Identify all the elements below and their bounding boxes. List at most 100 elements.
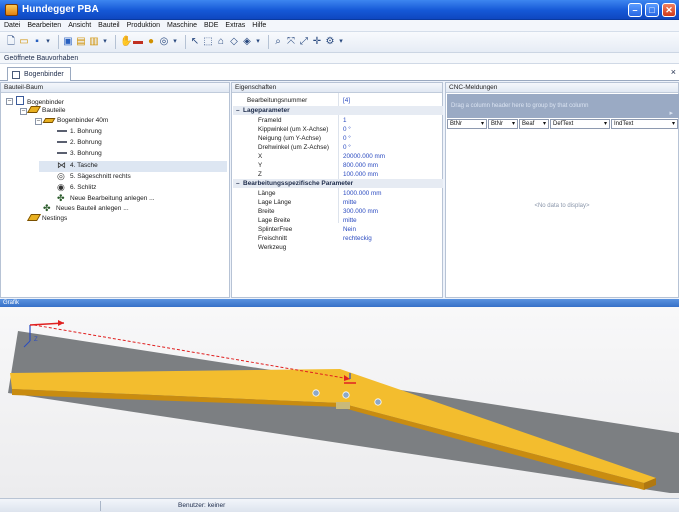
tree-item-project[interactable]: Bogenbinder: [16, 96, 64, 106]
property-row[interactable]: FrameId 1: [233, 116, 443, 125]
maximize-button[interactable]: □: [645, 3, 659, 17]
property-row[interactable]: Y 800.000 mm: [233, 161, 443, 170]
property-row[interactable]: Kippwinkel (um X-Achse) 0 °: [233, 125, 443, 134]
tree-item-new-processing[interactable]: ✤ Neue Bearbeitung anlegen ...: [57, 194, 155, 204]
column-header-beaf[interactable]: Beaf ▾: [519, 119, 549, 129]
cursor-icon[interactable]: ↖: [190, 36, 200, 48]
view-front-icon[interactable]: ▣: [63, 36, 73, 48]
zoom-icon[interactable]: ⌕: [273, 36, 283, 48]
minimize-button[interactable]: –: [628, 3, 642, 17]
view-home-icon[interactable]: ⌂: [216, 36, 226, 48]
tab-bogenbinder[interactable]: Bogenbinder: [7, 67, 71, 81]
close-button[interactable]: ✕: [662, 3, 676, 17]
menu-bar: Datei Bearbeiten Ansicht Bauteil Produkt…: [0, 20, 679, 32]
properties-pane: Eigenschaften Bearbeitungsnummer [4] Lag…: [231, 82, 443, 298]
property-row[interactable]: Z 100.000 mm: [233, 170, 443, 179]
toolbar: 🗋 ▭ ▪ ▾ ▣ ▤ ▥ ▾ ✋ ▬ ● ◎ ▾ ↖ ⬚ ⌂ ◇ ◈ ▾ ⌕ …: [0, 32, 679, 53]
toolbar-separator: [185, 35, 186, 49]
saw-icon: ◎: [57, 171, 65, 181]
nesting-icon: [26, 214, 42, 221]
column-header-btnr2[interactable]: BtNr ▾: [488, 119, 518, 129]
settings-icon[interactable]: ⚙: [325, 36, 335, 48]
filter-dropdown-icon[interactable]: ▾: [604, 120, 607, 128]
property-row[interactable]: SplinterFree Nein: [233, 225, 443, 234]
tree-item-saegeschnitt[interactable]: ◎ 5. Sägeschnitt rechts: [57, 172, 131, 182]
filter-dropdown-icon[interactable]: ▾: [672, 120, 675, 128]
dropdown-arrow-icon[interactable]: ▾: [102, 36, 108, 48]
menu-bde[interactable]: BDE: [204, 22, 218, 29]
move-icon[interactable]: ✛: [312, 36, 322, 48]
property-row[interactable]: X 20000.000 mm: [233, 152, 443, 161]
tree-item-schlitz[interactable]: ◉ 6. Schlitz: [57, 183, 96, 193]
property-row[interactable]: Breite 300.000 mm: [233, 207, 443, 216]
tree-item-bohrung-1[interactable]: 1. Bohrung: [57, 127, 102, 137]
property-row[interactable]: Neigung (um Y-Achse) 0 °: [233, 134, 443, 143]
document-icon: [12, 71, 20, 79]
drill-icon: [57, 130, 67, 134]
rotate-icon[interactable]: ◎: [159, 36, 169, 48]
filter-dropdown-icon[interactable]: ▾: [543, 120, 546, 128]
drill-hole: [374, 398, 382, 406]
pocket-icon: ⋈: [57, 160, 66, 170]
view-iso-icon[interactable]: ⬚: [203, 36, 213, 48]
dropdown-arrow-icon[interactable]: ▾: [172, 36, 178, 48]
property-row[interactable]: Freischnitt rechteckig: [233, 234, 443, 243]
zoom-extents-icon[interactable]: ⤢: [299, 36, 309, 48]
property-row[interactable]: Lage Breite mitte: [233, 216, 443, 225]
collapse-toggle[interactable]: –: [20, 108, 27, 115]
dropdown-arrow-icon[interactable]: ▾: [45, 36, 51, 48]
view-side-icon[interactable]: ▥: [89, 36, 99, 48]
property-row[interactable]: Werkzeug: [233, 243, 443, 252]
3d-viewport[interactable]: Z: [0, 307, 679, 498]
tree-item-bogenbinder-40m[interactable]: Bogenbinder 40m: [42, 116, 108, 126]
scene-svg[interactable]: Z: [0, 307, 679, 498]
color-icon[interactable]: ●: [146, 36, 156, 48]
dropdown-arrow-icon[interactable]: ▾: [255, 36, 261, 48]
beam-icon: [26, 106, 42, 113]
zoom-fit-icon[interactable]: ⤧: [286, 36, 296, 48]
x-axis-arrow: [58, 320, 64, 326]
collapse-toggle[interactable]: –: [35, 118, 42, 125]
property-row[interactable]: Drehwinkel (um Z-Achse) 0 °: [233, 143, 443, 152]
open-folder-icon[interactable]: ▭: [19, 36, 29, 48]
view-top-icon[interactable]: ▤: [76, 36, 86, 48]
group-by-area[interactable]: Drag a column header here to group by th…: [447, 94, 679, 118]
material-icon[interactable]: ▬: [133, 36, 143, 48]
column-header-btnr[interactable]: BtNr ▾: [447, 119, 487, 129]
tree-item-bauteile[interactable]: Bauteile: [26, 106, 66, 116]
collapse-toggle[interactable]: –: [6, 98, 13, 105]
document-icon: [16, 96, 24, 105]
pan-icon[interactable]: ✋: [120, 36, 132, 48]
menu-hilfe[interactable]: Hilfe: [252, 22, 266, 29]
menu-ansicht[interactable]: Ansicht: [68, 22, 91, 29]
menu-bearbeiten[interactable]: Bearbeiten: [27, 22, 61, 29]
menu-datei[interactable]: Datei: [4, 22, 20, 29]
tree-item-bohrung-2[interactable]: 2. Bohrung: [57, 138, 102, 148]
save-icon[interactable]: ▪: [32, 36, 42, 48]
menu-extras[interactable]: Extras: [225, 22, 245, 29]
menu-maschine[interactable]: Maschine: [167, 22, 197, 29]
drill-icon: [57, 141, 67, 145]
filter-dropdown-icon[interactable]: ▾: [512, 120, 515, 128]
open-projects-bar: Geöffnete Bauvorhaben: [0, 53, 679, 64]
tree-item-bohrung-3[interactable]: 3. Bohrung: [57, 149, 102, 159]
cube-solid-icon[interactable]: ◈: [242, 36, 252, 48]
tree-item-new-component[interactable]: ✤ Neues Bauteil anlegen ...: [43, 204, 129, 214]
menu-produktion[interactable]: Produktion: [127, 22, 160, 29]
filter-dropdown-icon[interactable]: ▾: [481, 120, 484, 128]
drill-hole: [342, 391, 350, 399]
property-row[interactable]: Lage Länge mitte: [233, 198, 443, 207]
property-category-specific[interactable]: Bearbeitungsspezifische Parameter: [233, 179, 443, 188]
column-header-indtext[interactable]: IndText ▾: [611, 119, 678, 129]
property-category-position[interactable]: Lageparameter: [233, 106, 443, 115]
property-row[interactable]: Länge 1000.000 mm: [233, 189, 443, 198]
property-row[interactable]: Bearbeitungsnummer [4]: [233, 96, 443, 105]
close-tab-icon[interactable]: ×: [671, 67, 676, 77]
column-header-deftext[interactable]: DefText ▾: [550, 119, 610, 129]
tree-item-tasche[interactable]: ⋈ 4. Tasche: [57, 161, 98, 171]
new-file-icon[interactable]: 🗋: [6, 36, 16, 48]
tree-item-nestings[interactable]: Nestings: [26, 214, 67, 224]
dropdown-arrow-icon[interactable]: ▾: [338, 36, 344, 48]
menu-bauteil[interactable]: Bauteil: [98, 22, 119, 29]
cube-wire-icon[interactable]: ◇: [229, 36, 239, 48]
